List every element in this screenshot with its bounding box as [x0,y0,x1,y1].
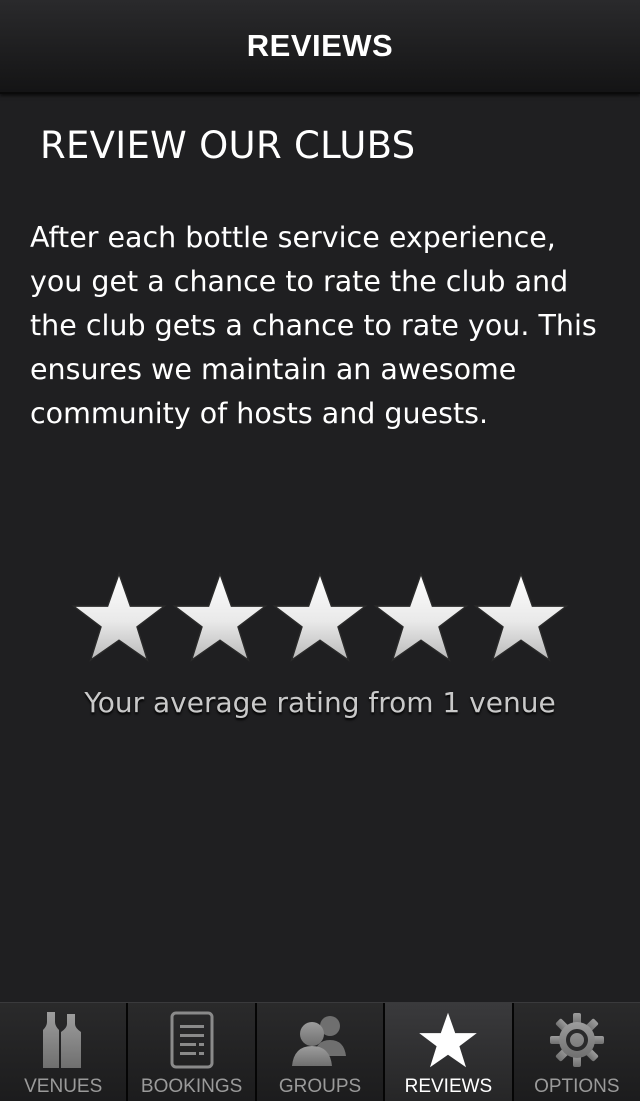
rating-stars [70,572,570,662]
star-icon [272,572,368,662]
tab-label: BOOKINGS [140,1076,243,1097]
star-icon [372,572,469,662]
tab-options[interactable]: OPTIONS [513,1003,640,1101]
star-icon [418,1009,478,1071]
tab-bookings[interactable]: BOOKINGS [128,1003,257,1101]
rating-caption: Your average rating from 1 venue [84,686,556,719]
people-icon [290,1009,350,1071]
star-icon [71,572,167,662]
tab-label: GROUPS [278,1076,362,1097]
tab-venues[interactable]: VENUES [0,1003,129,1101]
gear-icon [547,1009,607,1071]
tab-label: VENUES [24,1076,103,1097]
navigation-bar: REVIEWS [0,0,640,94]
tab-label: OPTIONS [534,1076,620,1097]
tab-reviews[interactable]: REVIEWS [385,1003,514,1101]
bottles-icon [33,1009,93,1071]
star-icon [473,572,569,662]
section-title: REVIEW OUR CLUBS [40,124,416,167]
review-description: After each bottle service experience, yo… [30,221,597,430]
reviews-content: REVIEW OUR CLUBS After each bottle servi… [0,94,640,1002]
tab-label: REVIEWS [404,1076,493,1097]
document-icon [162,1009,222,1071]
star-icon [171,572,268,662]
tab-bar: VENUES BOOKINGS GROUPS REVIEWS OPTIONS [0,1002,640,1101]
tab-groups[interactable]: GROUPS [256,1003,386,1101]
page-title: REVIEWS [246,28,394,63]
